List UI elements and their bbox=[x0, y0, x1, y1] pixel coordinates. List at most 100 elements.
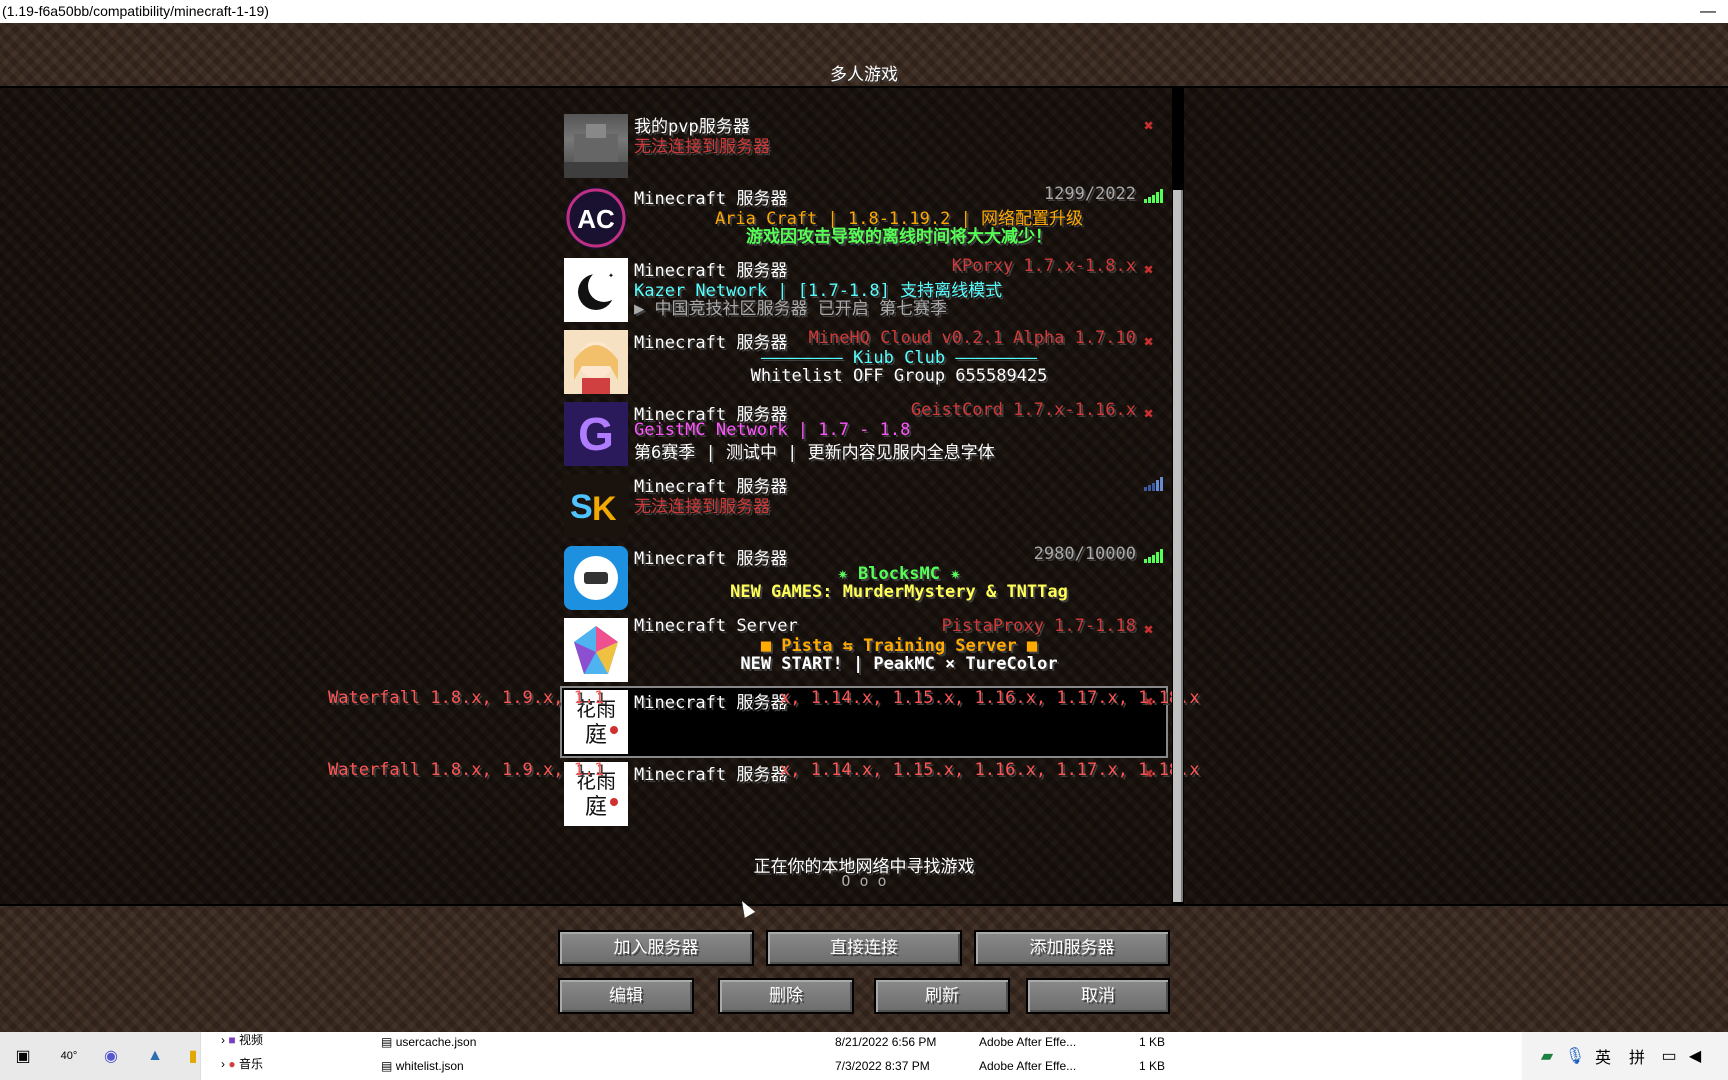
sidebar-item-music[interactable]: › ● 音乐 bbox=[221, 1052, 263, 1076]
server-entry-partial[interactable] bbox=[562, 88, 1166, 90]
server-error: 无法连接到服务器 bbox=[634, 137, 770, 157]
file-type: Adobe After Effe... bbox=[979, 1059, 1077, 1073]
chevron-right-icon: › bbox=[221, 1057, 225, 1071]
server-motd: Whitelist OFF Group 655589425 bbox=[750, 366, 1048, 386]
server-name: Minecraft 服务器 bbox=[634, 693, 788, 713]
ac-logo-icon: AC bbox=[564, 186, 628, 250]
server-motd: GeistMC Network | 1.7 - 1.8 bbox=[634, 420, 911, 440]
server-entry[interactable]: AC Minecraft 服务器 1299/2022 Aria Craft | … bbox=[562, 184, 1166, 252]
server-motd: ✷ BlocksMC ✷ bbox=[837, 564, 961, 584]
svg-text:K: K bbox=[592, 490, 617, 528]
network-icon[interactable]: ▭ bbox=[1656, 1044, 1682, 1068]
server-motd: NEW GAMES: MurderMystery & TNTTag bbox=[730, 582, 1068, 602]
delete-button[interactable]: 删除 bbox=[718, 978, 854, 1014]
chevron-right-icon: › bbox=[221, 1033, 225, 1047]
no-connection-icon: ✖ bbox=[1144, 404, 1154, 423]
taskbar-left: ▣ 40° ◉ ▲ ▮ bbox=[0, 1032, 200, 1080]
file-icon: ▤ bbox=[381, 1059, 393, 1073]
server-motd: ▶ 中国竞技社区服务器 已开启 第七赛季 bbox=[634, 299, 947, 319]
server-entry[interactable]: Minecraft 服务器 MineHQ Cloud v0.2.1 Alpha … bbox=[562, 328, 1166, 396]
server-list[interactable]: 我的pvp服务器 无法连接到服务器 ✖ AC Minecraft 服务器 129… bbox=[0, 88, 1728, 904]
video-folder-icon: ■ bbox=[228, 1033, 236, 1047]
svg-text:S: S bbox=[570, 488, 593, 526]
server-name: Minecraft 服务器 bbox=[634, 765, 788, 785]
server-motd: 第6赛季 | 测试中 | 更新内容见服内全息字体 bbox=[634, 443, 995, 463]
file-date: 7/3/2022 8:37 PM bbox=[835, 1059, 930, 1073]
lan-search-indicator: O o o bbox=[841, 872, 887, 890]
no-connection-icon: ✖ bbox=[1144, 260, 1154, 279]
sidebar-item-label: 视频 bbox=[238, 1033, 263, 1047]
add-server-button[interactable]: 添加服务器 bbox=[974, 930, 1170, 966]
file-icon: ▤ bbox=[381, 1035, 393, 1049]
no-connection-icon: ✖ bbox=[1144, 116, 1154, 135]
scrollbar-thumb[interactable] bbox=[1173, 190, 1183, 902]
window-titlebar: (1.19-f6a50bb/compatibility/minecraft-1-… bbox=[0, 0, 1728, 24]
svg-text:✦: ✦ bbox=[608, 270, 614, 281]
weather-temp: 40° bbox=[60, 1050, 78, 1062]
cancel-button[interactable]: 取消 bbox=[1026, 978, 1170, 1014]
server-version: GeistCord 1.7.x-1.16.x bbox=[910, 400, 1136, 420]
photos-icon[interactable]: ▲ bbox=[142, 1044, 168, 1068]
sk-logo-icon: SK bbox=[564, 474, 628, 538]
join-server-button[interactable]: 加入服务器 bbox=[558, 930, 754, 966]
volume-icon[interactable]: ◀ bbox=[1682, 1044, 1708, 1068]
file-date: 8/21/2022 6:56 PM bbox=[835, 1035, 937, 1049]
player-count: 1299/2022 bbox=[1043, 184, 1136, 204]
signal-icon bbox=[1144, 548, 1164, 563]
task-view-icon[interactable]: ▣ bbox=[10, 1044, 36, 1068]
file-type: Adobe After Effe... bbox=[979, 1035, 1077, 1049]
music-folder-icon: ● bbox=[228, 1057, 236, 1071]
sidebar-item-videos[interactable]: › ■ 视频 bbox=[221, 1028, 263, 1052]
server-version-overflow: x, 1.14.x, 1.15.x, 1.16.x, 1.17.x, 1.18.… bbox=[780, 760, 1200, 780]
direct-connect-button[interactable]: 直接连接 bbox=[766, 930, 962, 966]
g-logo-icon: G bbox=[564, 402, 628, 466]
svg-text:AC: AC bbox=[577, 204, 615, 234]
ime-mode[interactable]: 拼 bbox=[1624, 1044, 1650, 1068]
page-title: 多人游戏 bbox=[830, 65, 898, 85]
file-size: 1 KB bbox=[1139, 1059, 1166, 1073]
blocksmc-icon bbox=[564, 546, 628, 610]
file-name: usercache.json bbox=[395, 1035, 477, 1049]
stone-icon bbox=[564, 114, 628, 178]
server-entry[interactable]: SK Minecraft 服务器 无法连接到服务器 bbox=[562, 472, 1166, 540]
microphone-icon[interactable]: 🎙 bbox=[1562, 1044, 1588, 1068]
pista-icon bbox=[564, 618, 628, 682]
svg-text:庭: 庭 bbox=[585, 795, 607, 820]
window-title: (1.19-f6a50bb/compatibility/minecraft-1-… bbox=[2, 3, 269, 19]
weather-icon[interactable]: 40° bbox=[56, 1044, 82, 1068]
server-entry[interactable]: 我的pvp服务器 无法连接到服务器 ✖ bbox=[562, 112, 1166, 180]
server-entry[interactable]: G Minecraft 服务器 GeistCord 1.7.x-1.16.x ✖… bbox=[562, 400, 1166, 468]
file-explorer-strip: › ■ 视频 › ● 音乐 ▤ usercache.json 8/21/2022… bbox=[200, 1032, 1523, 1080]
nvidia-icon[interactable]: ▰ bbox=[1534, 1044, 1560, 1068]
no-connection-icon: ✖ bbox=[1144, 620, 1154, 639]
server-version: MineHQ Cloud v0.2.1 Alpha 1.7.10 bbox=[808, 328, 1136, 348]
server-version: PistaProxy 1.7-1.18 bbox=[941, 616, 1136, 636]
server-entry[interactable]: Minecraft Server PistaProxy 1.7-1.18 ✖ ■… bbox=[562, 616, 1166, 684]
file-row[interactable]: ▤ usercache.json bbox=[381, 1030, 476, 1054]
server-version-overflow: Waterfall 1.8.x, 1.9.x, 1.1 bbox=[328, 688, 605, 708]
server-version: KPorxy 1.7.x-1.8.x bbox=[951, 256, 1136, 276]
file-row[interactable]: ▤ whitelist.json bbox=[381, 1054, 464, 1078]
file-size: 1 KB bbox=[1139, 1035, 1166, 1049]
server-entry[interactable]: ✦ Minecraft 服务器 KPorxy 1.7.x-1.8.x ✖ Kaz… bbox=[562, 256, 1166, 324]
no-connection-icon: ✖ bbox=[1144, 332, 1154, 351]
server-version-overflow: Waterfall 1.8.x, 1.9.x, 1.1 bbox=[328, 760, 605, 780]
server-error: 无法连接到服务器 bbox=[634, 497, 770, 517]
chat-icon[interactable]: ◉ bbox=[98, 1044, 124, 1068]
system-tray: ▰ 🎙 英 拼 ▭ ◀ bbox=[1522, 1032, 1728, 1080]
file-name: whitelist.json bbox=[395, 1059, 464, 1073]
svg-text:G: G bbox=[578, 408, 614, 460]
moon-icon: ✦ bbox=[564, 258, 628, 322]
refresh-button[interactable]: 刷新 bbox=[874, 978, 1010, 1014]
minimize-button[interactable]: — bbox=[1700, 0, 1716, 23]
svg-text:庭: 庭 bbox=[585, 723, 607, 748]
ime-language[interactable]: 英 bbox=[1590, 1044, 1616, 1068]
server-motd: ———————— Kiub Club ———————— bbox=[760, 348, 1038, 368]
server-version-overflow: x, 1.14.x, 1.15.x, 1.16.x, 1.17.x, 1.18.… bbox=[780, 688, 1200, 708]
server-motd: ■ Pista ⇆ Training Server ■ bbox=[760, 636, 1038, 656]
anime-girl-icon bbox=[564, 330, 628, 394]
server-entry[interactable]: Minecraft 服务器 2980/10000 ✷ BlocksMC ✷ NE… bbox=[562, 544, 1166, 612]
server-name: Minecraft Server bbox=[634, 616, 798, 636]
footer-background bbox=[0, 904, 1728, 1034]
edit-button[interactable]: 编辑 bbox=[558, 978, 694, 1014]
